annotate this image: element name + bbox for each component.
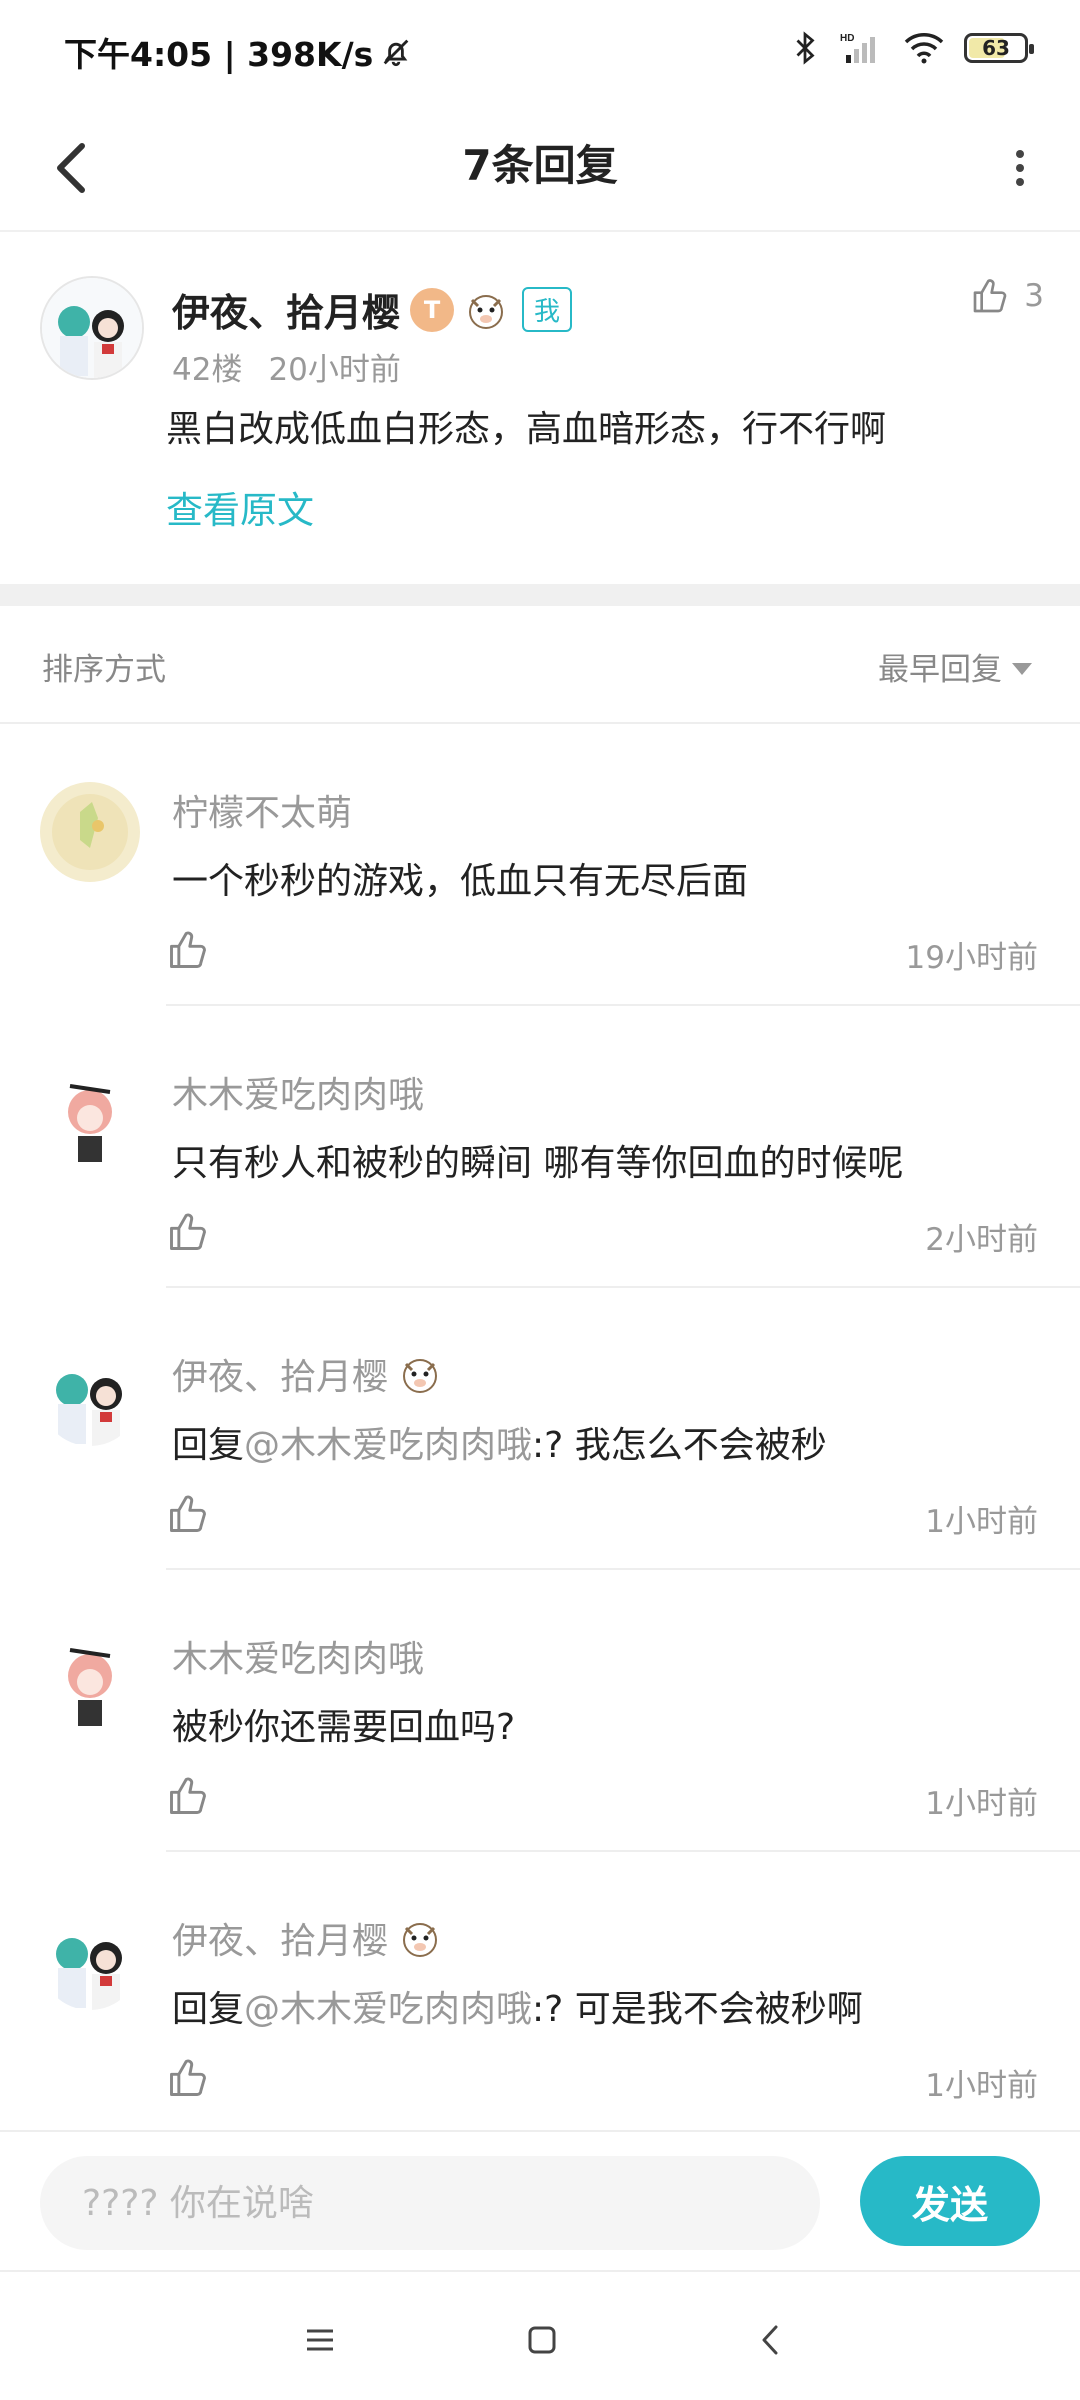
mention-link[interactable]: @木木爱吃肉肉哦 [244,1989,532,2030]
post-like-count: 3 [1024,278,1044,314]
signal-icon: HD [840,33,875,63]
thumbs-up-icon [973,279,1007,313]
cow-sticker-icon [403,1923,438,1957]
me-tag: 我 [522,287,573,332]
reply-time: 1小时前 [925,2068,1038,2104]
battery-icon: 63 [964,33,1034,63]
reply-author-row: 伊夜、拾月樱 [172,1348,442,1400]
reply-time: 19小时前 [905,940,1038,976]
mention-link[interactable]: @木木爱吃肉肉哦 [244,1425,532,1466]
battery-level: 63 [982,36,1010,60]
post-meta: 42楼 20小时前 [172,344,401,389]
main-post: 伊夜、拾月樱 T 我 42楼 20小时前 黑白改成低血白形态，高血暗形态，行不行… [0,232,1080,584]
avatar[interactable] [40,1346,140,1446]
reply-text: :? 我怎么不会被秒 [532,1425,827,1466]
system-back-button[interactable] [740,2310,800,2370]
reply-author-row: 木木爱吃肉肉哦 [172,1066,424,1118]
thumbs-up-icon[interactable] [166,2056,210,2100]
post-author-name[interactable]: 伊夜、拾月樱 [172,282,400,337]
reply-content: 被秒你还需要回血吗? [172,1698,515,1750]
home-square-icon [528,2326,556,2354]
post-floor: 42楼 [172,352,243,388]
reply-time: 1小时前 [925,1504,1038,1540]
send-button[interactable]: 发送 [860,2156,1040,2246]
status-icons: HD 63 [790,30,1034,66]
avatar-image [42,278,142,378]
sort-dropdown[interactable]: 最早回复 [878,644,1032,689]
view-original-link[interactable]: 查看原文 [166,480,314,534]
chevron-left-icon [762,2325,778,2355]
reply-author-name[interactable]: 伊夜、拾月樱 [172,1912,388,1964]
reply-time: 2小时前 [925,1222,1038,1258]
avatar[interactable] [40,782,140,882]
avatar-image [40,782,140,882]
avatar-image [40,1628,140,1728]
menu-icon [307,2329,333,2351]
reply-prefix: 回复 [172,1989,245,2030]
level-badge: T [410,287,455,332]
reply-author-row: 柠檬不太萌 [172,784,352,836]
cow-sticker-icon [403,1359,438,1393]
reply-prefix: 回复 [172,1425,245,1466]
thumbs-up-icon[interactable] [166,1774,210,1818]
system-nav-bar [0,2272,1080,2400]
more-vertical-icon [1016,150,1024,186]
list-item: 木木爱吃肉肉哦 被秒你还需要回血吗? 1小时前 [0,1570,1080,1852]
reply-author-row: 伊夜、拾月樱 [172,1912,442,1964]
reply-content: 只有秒人和被秒的瞬间 哪有等你回血的时候呢 [172,1134,903,1186]
reply-text: 被秒你还需要回血吗? [172,1707,516,1748]
comment-input[interactable] [40,2156,820,2250]
reply-content: 回复@木木爱吃肉肉哦:? 可是我不会被秒啊 [172,1980,863,2032]
avatar-image [40,1064,140,1164]
sort-label: 排序方式 [42,652,166,688]
status-time-speed: 下午4:05 | 398K/s [64,28,413,76]
sort-selected: 最早回复 [878,652,1002,688]
reply-list: 柠檬不太萌 一个秒秒的游戏，低血只有无尽后面 19小时前 木木爱吃肉肉哦 只有秒… [0,724,1080,2134]
list-item: 柠檬不太萌 一个秒秒的游戏，低血只有无尽后面 19小时前 [0,724,1080,1006]
mute-bell-icon [383,39,409,67]
bluetooth-icon [796,31,815,65]
list-item: 伊夜、拾月樱 回复@木木爱吃肉肉哦:? 我怎么不会被秒 1小时前 [0,1288,1080,1570]
thumbs-up-icon[interactable] [166,1210,210,1254]
post-like-button[interactable]: 3 [970,276,1044,316]
reply-author-row: 木木爱吃肉肉哦 [172,1630,424,1682]
thumbs-up-icon[interactable] [166,928,210,972]
avatar[interactable] [40,276,144,380]
page-title: 7条回复 [462,141,618,190]
home-button[interactable] [512,2310,572,2370]
more-button[interactable] [984,128,1056,208]
nav-header: 7条回复 [0,104,1080,232]
post-author-row: 伊夜、拾月樱 T 我 [172,282,573,337]
avatar[interactable] [40,1910,140,2010]
comment-input-bar: 发送 [0,2130,1080,2272]
section-divider [0,584,1080,606]
reply-text: :? 可是我不会被秒啊 [532,1989,863,2030]
post-time: 20小时前 [268,352,401,388]
reply-author-name[interactable]: 木木爱吃肉肉哦 [172,1066,424,1118]
caret-down-icon [1012,662,1032,675]
reply-content: 回复@木木爱吃肉肉哦:? 我怎么不会被秒 [172,1416,827,1468]
thumbs-up-icon[interactable] [166,1492,210,1536]
avatar-image [40,1910,140,2010]
avatar[interactable] [40,1064,140,1164]
reply-author-name[interactable]: 木木爱吃肉肉哦 [172,1630,424,1682]
menu-button[interactable] [290,2310,350,2370]
reply-time: 1小时前 [925,1786,1038,1822]
list-item: 木木爱吃肉肉哦 只有秒人和被秒的瞬间 哪有等你回血的时候呢 2小时前 [0,1006,1080,1288]
cow-sticker-icon [469,294,504,329]
reply-text: 只有秒人和被秒的瞬间 哪有等你回血的时候呢 [172,1143,904,1184]
reply-content: 一个秒秒的游戏，低血只有无尽后面 [172,852,748,904]
svg-text:HD: HD [840,33,854,44]
status-time-text: 下午4:05 | 398K/s [64,35,374,74]
avatar[interactable] [40,1628,140,1728]
sort-bar: 排序方式 最早回复 [0,606,1080,724]
reply-author-name[interactable]: 伊夜、拾月樱 [172,1348,388,1400]
status-bar: 下午4:05 | 398K/s HD 63 [0,0,1080,104]
reply-author-name[interactable]: 柠檬不太萌 [172,784,352,836]
reply-text: 一个秒秒的游戏，低血只有无尽后面 [172,861,749,902]
post-content: 黑白改成低血白形态，高血暗形态，行不行啊 [166,409,887,450]
avatar-image [40,1346,140,1446]
list-item: 伊夜、拾月樱 回复@木木爱吃肉肉哦:? 可是我不会被秒啊 1小时前 [0,1852,1080,2134]
wifi-icon [904,33,944,64]
